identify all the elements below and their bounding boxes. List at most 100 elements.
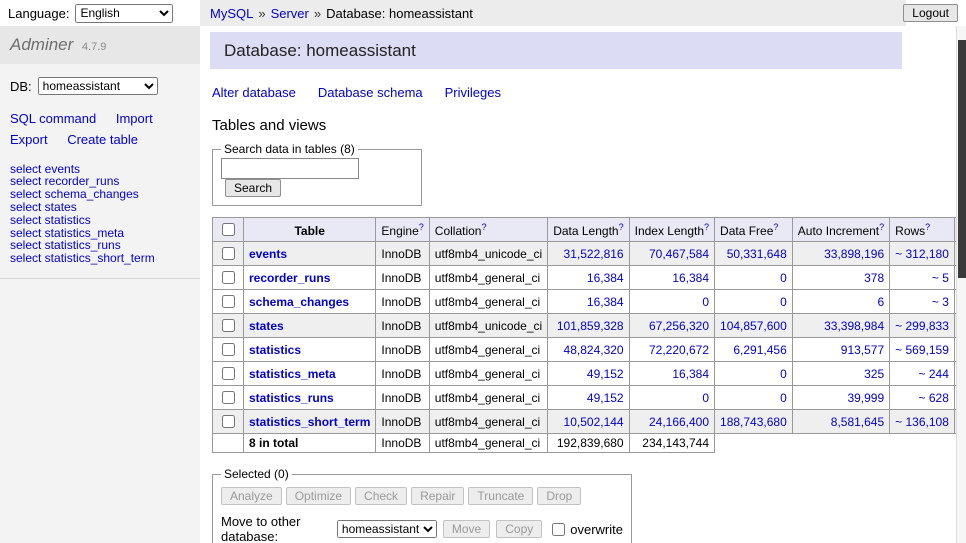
table-name-link[interactable]: schema_changes <box>249 295 349 309</box>
table-name-link[interactable]: events <box>249 247 287 261</box>
row-select-checkbox[interactable] <box>222 247 235 260</box>
column-header-collation: Collation? <box>429 218 547 242</box>
row-select-checkbox[interactable] <box>222 367 235 380</box>
scrollbar-thumb[interactable] <box>958 40 966 278</box>
move-button[interactable]: Move <box>443 520 490 538</box>
breadcrumb-link-server[interactable]: Server <box>271 6 309 21</box>
cell-engine: InnoDB <box>376 362 429 386</box>
table-name-link[interactable]: statistics_runs <box>249 391 334 405</box>
row-select-checkbox[interactable] <box>222 319 235 332</box>
cell-collation: utf8mb4_general_ci <box>429 410 547 434</box>
cell-auto-increment: 6 <box>792 290 889 314</box>
cell-auto-increment: 325 <box>792 362 889 386</box>
table-row: recorder_runs InnoDB utf8mb4_general_ci … <box>213 266 966 290</box>
row-select-checkbox[interactable] <box>222 391 235 404</box>
db-select[interactable]: homeassistant <box>38 77 158 95</box>
cell-index-length: 16,384 <box>629 362 714 386</box>
link-privileges[interactable]: Privileges <box>445 85 501 100</box>
selected-legend: Selected (0) <box>221 467 292 481</box>
tables-heading: Tables and views <box>212 117 956 134</box>
sidebar-item-select-statistics[interactable]: select statistics <box>10 214 190 227</box>
total-index-length: 234,143,744 <box>629 434 714 453</box>
selected-buttons: Analyze Optimize Check Repair Truncate D… <box>221 487 623 505</box>
cell-engine: InnoDB <box>376 242 429 266</box>
cell-collation: utf8mb4_general_ci <box>429 338 547 362</box>
cell-engine: InnoDB <box>376 266 429 290</box>
column-header-rows: Rows? <box>890 218 955 242</box>
cell-index-length: 70,467,584 <box>629 242 714 266</box>
cell-rows: ~ 5 <box>890 266 955 290</box>
link-alter-database[interactable]: Alter database <box>212 85 296 100</box>
cell-index-length: 67,256,320 <box>629 314 714 338</box>
optimize-button[interactable]: Optimize <box>286 487 351 505</box>
cell-index-length: 24,166,400 <box>629 410 714 434</box>
column-header-engine: Engine? <box>376 218 429 242</box>
search-button[interactable]: Search <box>225 179 281 197</box>
sidebar-link-sql-command[interactable]: SQL command <box>10 111 96 126</box>
table-name-link[interactable]: states <box>249 319 284 333</box>
column-help-sup[interactable]: ? <box>619 222 624 232</box>
cell-data-free: 104,857,600 <box>715 314 793 338</box>
breadcrumb-link-mysql[interactable]: MySQL <box>210 6 253 21</box>
table-name-link[interactable]: statistics_meta <box>249 367 336 381</box>
link-database-schema[interactable]: Database schema <box>318 85 423 100</box>
column-header-table: Table <box>244 218 376 242</box>
table-header-row: Table Engine? Collation? Data Length? In… <box>213 218 966 242</box>
drop-button[interactable]: Drop <box>537 487 581 505</box>
table-row: statistics_meta InnoDB utf8mb4_general_c… <box>213 362 966 386</box>
language-select[interactable]: English <box>75 4 173 23</box>
select-all-checkbox[interactable] <box>222 223 235 236</box>
total-engine: InnoDB <box>376 434 429 453</box>
adminer-version: 4.7.9 <box>82 41 106 53</box>
search-input[interactable] <box>221 158 359 179</box>
cell-engine: InnoDB <box>376 314 429 338</box>
topbar: Language: English <box>0 0 200 26</box>
logout-button[interactable]: Logout <box>903 4 958 22</box>
column-help-sup[interactable]: ? <box>704 222 709 232</box>
column-help-sup[interactable]: ? <box>419 222 424 232</box>
sidebar-link-export[interactable]: Export <box>10 132 48 147</box>
cell-data-length: 49,152 <box>548 386 629 410</box>
cell-data-free: 6,291,456 <box>715 338 793 362</box>
main-content: Database: homeassistant Alter database D… <box>200 26 956 543</box>
sidebar-link-create-table[interactable]: Create table <box>67 132 138 147</box>
scrollbar[interactable] <box>956 26 966 543</box>
row-select-checkbox[interactable] <box>222 343 235 356</box>
check-button[interactable]: Check <box>355 487 407 505</box>
tables-table: Table Engine? Collation? Data Length? In… <box>212 217 966 453</box>
row-select-checkbox[interactable] <box>222 415 235 428</box>
analyze-button[interactable]: Analyze <box>221 487 282 505</box>
overwrite-checkbox[interactable] <box>552 523 565 536</box>
cell-data-length: 49,152 <box>548 362 629 386</box>
total-collation: utf8mb4_general_ci <box>429 434 547 453</box>
overwrite-label: overwrite <box>570 522 623 537</box>
row-select-checkbox[interactable] <box>222 271 235 284</box>
sidebar-link-import[interactable]: Import <box>116 111 153 126</box>
copy-button[interactable]: Copy <box>496 520 542 538</box>
table-name-link[interactable]: statistics_short_term <box>249 415 370 429</box>
column-help-sup[interactable]: ? <box>481 222 486 232</box>
cell-collation: utf8mb4_general_ci <box>429 362 547 386</box>
column-help-sup[interactable]: ? <box>879 222 884 232</box>
sidebar-item-select-statistics-short-term[interactable]: select statistics_short_term <box>10 252 190 265</box>
row-select-checkbox[interactable] <box>222 295 235 308</box>
cell-index-length: 0 <box>629 386 714 410</box>
table-row: events InnoDB utf8mb4_unicode_ci 31,522,… <box>213 242 966 266</box>
db-selector-row: DB: homeassistant <box>0 64 200 97</box>
cell-data-free: 50,331,648 <box>715 242 793 266</box>
language-label: Language: <box>8 6 69 21</box>
table-name-link[interactable]: recorder_runs <box>249 271 330 285</box>
column-help-sup[interactable]: ? <box>925 222 930 232</box>
table-name-link[interactable]: statistics <box>249 343 301 357</box>
repair-button[interactable]: Repair <box>411 487 464 505</box>
cell-collation: utf8mb4_unicode_ci <box>429 314 547 338</box>
cell-index-length: 72,220,672 <box>629 338 714 362</box>
column-header-index-length: Index Length? <box>629 218 714 242</box>
overwrite-control: overwrite <box>548 520 623 539</box>
sidebar-item-select-states[interactable]: select states <box>10 201 190 214</box>
move-db-select[interactable]: homeassistant <box>337 520 437 538</box>
column-help-sup[interactable]: ? <box>773 222 778 232</box>
search-fieldset: Search data in tables (8) Search <box>212 142 422 206</box>
breadcrumb: MySQL » Server » Database: homeassistant <box>200 0 906 26</box>
truncate-button[interactable]: Truncate <box>468 487 533 505</box>
